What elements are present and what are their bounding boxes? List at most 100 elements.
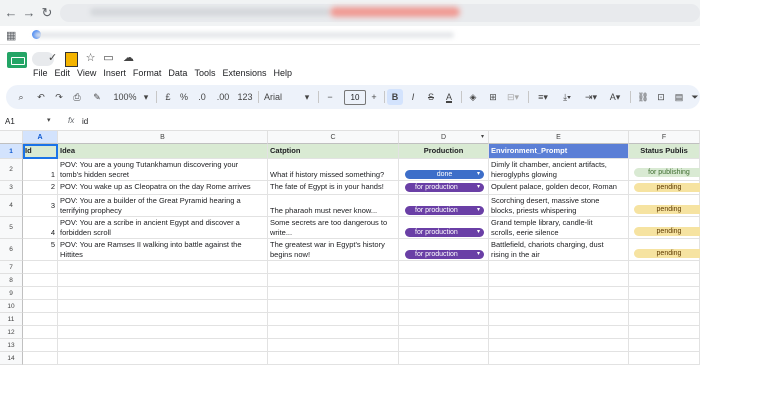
status-pill[interactable]: pending [634,227,700,236]
arrow-right-icon[interactable]: → [21,5,37,21]
print-icon[interactable]: ⎙ [70,89,84,105]
menu-view[interactable]: View [77,67,96,81]
empty-cell[interactable] [58,326,268,339]
menu-help[interactable]: Help [273,67,292,81]
empty-cell[interactable] [58,352,268,365]
status-pill[interactable]: pending [634,183,700,192]
cell-idea[interactable]: POV: You wake up as Cleopatra on the day… [58,181,268,195]
production-chip[interactable]: done ▾ [405,170,484,179]
formula-input[interactable]: id [82,117,88,126]
row-header-7[interactable]: 7 [0,261,23,274]
extension-icon[interactable] [65,52,78,67]
row-header-10[interactable]: 10 [0,300,23,313]
empty-cell[interactable] [58,313,268,326]
status-pill[interactable]: pending [634,249,700,258]
empty-cell[interactable] [268,339,399,352]
cell-environment-prompt[interactable]: Scorching desert, massive stone blocks, p… [489,195,629,217]
row-header-11[interactable]: 11 [0,313,23,326]
increase-decimal-button[interactable]: .00 [214,89,232,105]
vertical-align-icon[interactable]: ⤓▾ [558,89,576,105]
empty-cell[interactable] [268,287,399,300]
empty-cell[interactable] [23,313,58,326]
empty-cell[interactable] [399,339,489,352]
redo-icon[interactable]: ↷ [52,89,66,105]
row-header-4[interactable]: 4 [0,195,23,217]
header-id[interactable]: Id [23,144,58,159]
empty-cell[interactable] [23,339,58,352]
cell-caption[interactable]: What if history missed something? [268,159,399,181]
apps-grid-icon[interactable]: ▦ [6,29,16,42]
zoom-select[interactable]: 100% [110,89,140,105]
empty-cell[interactable] [489,300,629,313]
cell-idea[interactable]: POV: You are a scribe in ancient Egypt a… [58,217,268,239]
cell-id[interactable]: 1 [23,159,58,181]
cell-caption[interactable]: The greatest war in Egypt's history begin… [268,239,399,261]
empty-cell[interactable] [23,274,58,287]
cell-id[interactable]: 3 [23,195,58,217]
production-chip[interactable]: for production ▾ [405,228,484,237]
menu-tools[interactable]: Tools [194,67,215,81]
menu-file[interactable]: File [33,67,48,81]
cell-idea[interactable]: POV: You are a young Tutankhamun discove… [58,159,268,181]
borders-icon[interactable]: ⊞ [486,89,500,105]
empty-cell[interactable] [268,300,399,313]
empty-cell[interactable] [489,326,629,339]
empty-cell[interactable] [268,313,399,326]
empty-cell[interactable] [268,274,399,287]
production-chip[interactable]: for production ▾ [405,183,484,192]
empty-cell[interactable] [489,339,629,352]
column-header-f[interactable]: F [629,131,700,144]
cell-id[interactable]: 4 [23,217,58,239]
text-wrapping-icon[interactable]: ⇥▾ [582,89,600,105]
chevron-down-icon[interactable]: ▾ [303,89,311,105]
menu-insert[interactable]: Insert [103,67,126,81]
filter-dropdown-icon[interactable]: ▾ [481,131,484,144]
strikethrough-icon[interactable]: S [424,89,438,105]
row-header-5[interactable]: 5 [0,217,23,239]
column-header-b[interactable]: B [58,131,268,144]
empty-cell[interactable] [399,313,489,326]
comment-icon[interactable]: ⊡ [654,89,668,105]
row-header-6[interactable]: 6 [0,239,23,261]
empty-cell[interactable] [399,287,489,300]
empty-cell[interactable] [23,287,58,300]
cell-environment-prompt[interactable]: Opulent palace, golden decor, Roman [489,181,629,195]
italic-button[interactable]: I [406,89,420,105]
header-caption[interactable]: Catption [268,144,399,159]
paint-format-icon[interactable]: ✎ [90,89,104,105]
empty-cell[interactable] [58,300,268,313]
menu-data[interactable]: Data [168,67,187,81]
horizontal-align-icon[interactable]: ≡▾ [534,89,552,105]
fill-color-icon[interactable]: ◈ [466,89,480,105]
empty-cell[interactable] [399,300,489,313]
row-header-9[interactable]: 9 [0,287,23,300]
header-idea[interactable]: Idea [58,144,268,159]
empty-cell[interactable] [629,300,700,313]
filter-icon[interactable]: ⏷ [690,89,700,105]
folder-icon[interactable]: ▭ [102,52,115,65]
empty-cell[interactable] [399,261,489,274]
merge-cells-icon[interactable]: ⊟▾ [504,89,522,105]
production-chip[interactable]: for production ▾ [405,250,484,259]
text-color-button[interactable]: A [442,89,456,105]
empty-cell[interactable] [629,274,700,287]
empty-cell[interactable] [629,326,700,339]
increase-font-size-button[interactable]: + [368,89,380,105]
row-header-1[interactable]: 1 [0,144,23,159]
empty-cell[interactable] [23,352,58,365]
empty-cell[interactable] [489,261,629,274]
production-chip[interactable]: for production ▾ [405,206,484,215]
select-all-corner[interactable] [0,131,23,144]
number-format-button[interactable]: 123 [236,89,254,105]
cell-environment-prompt[interactable]: Grand temple library, candle-lit scrolls,… [489,217,629,239]
undo-icon[interactable]: ↶ [34,89,48,105]
status-pill[interactable]: for publishing [634,168,700,177]
search-menus-icon[interactable]: ⌕ [14,89,28,105]
cell-idea[interactable]: POV: You are a builder of the Great Pyra… [58,195,268,217]
row-header-12[interactable]: 12 [0,326,23,339]
decrease-decimal-button[interactable]: .0 [194,89,210,105]
chart-icon[interactable]: ▤ [672,89,686,105]
empty-cell[interactable] [58,261,268,274]
empty-cell[interactable] [489,352,629,365]
menu-extensions[interactable]: Extensions [222,67,266,81]
